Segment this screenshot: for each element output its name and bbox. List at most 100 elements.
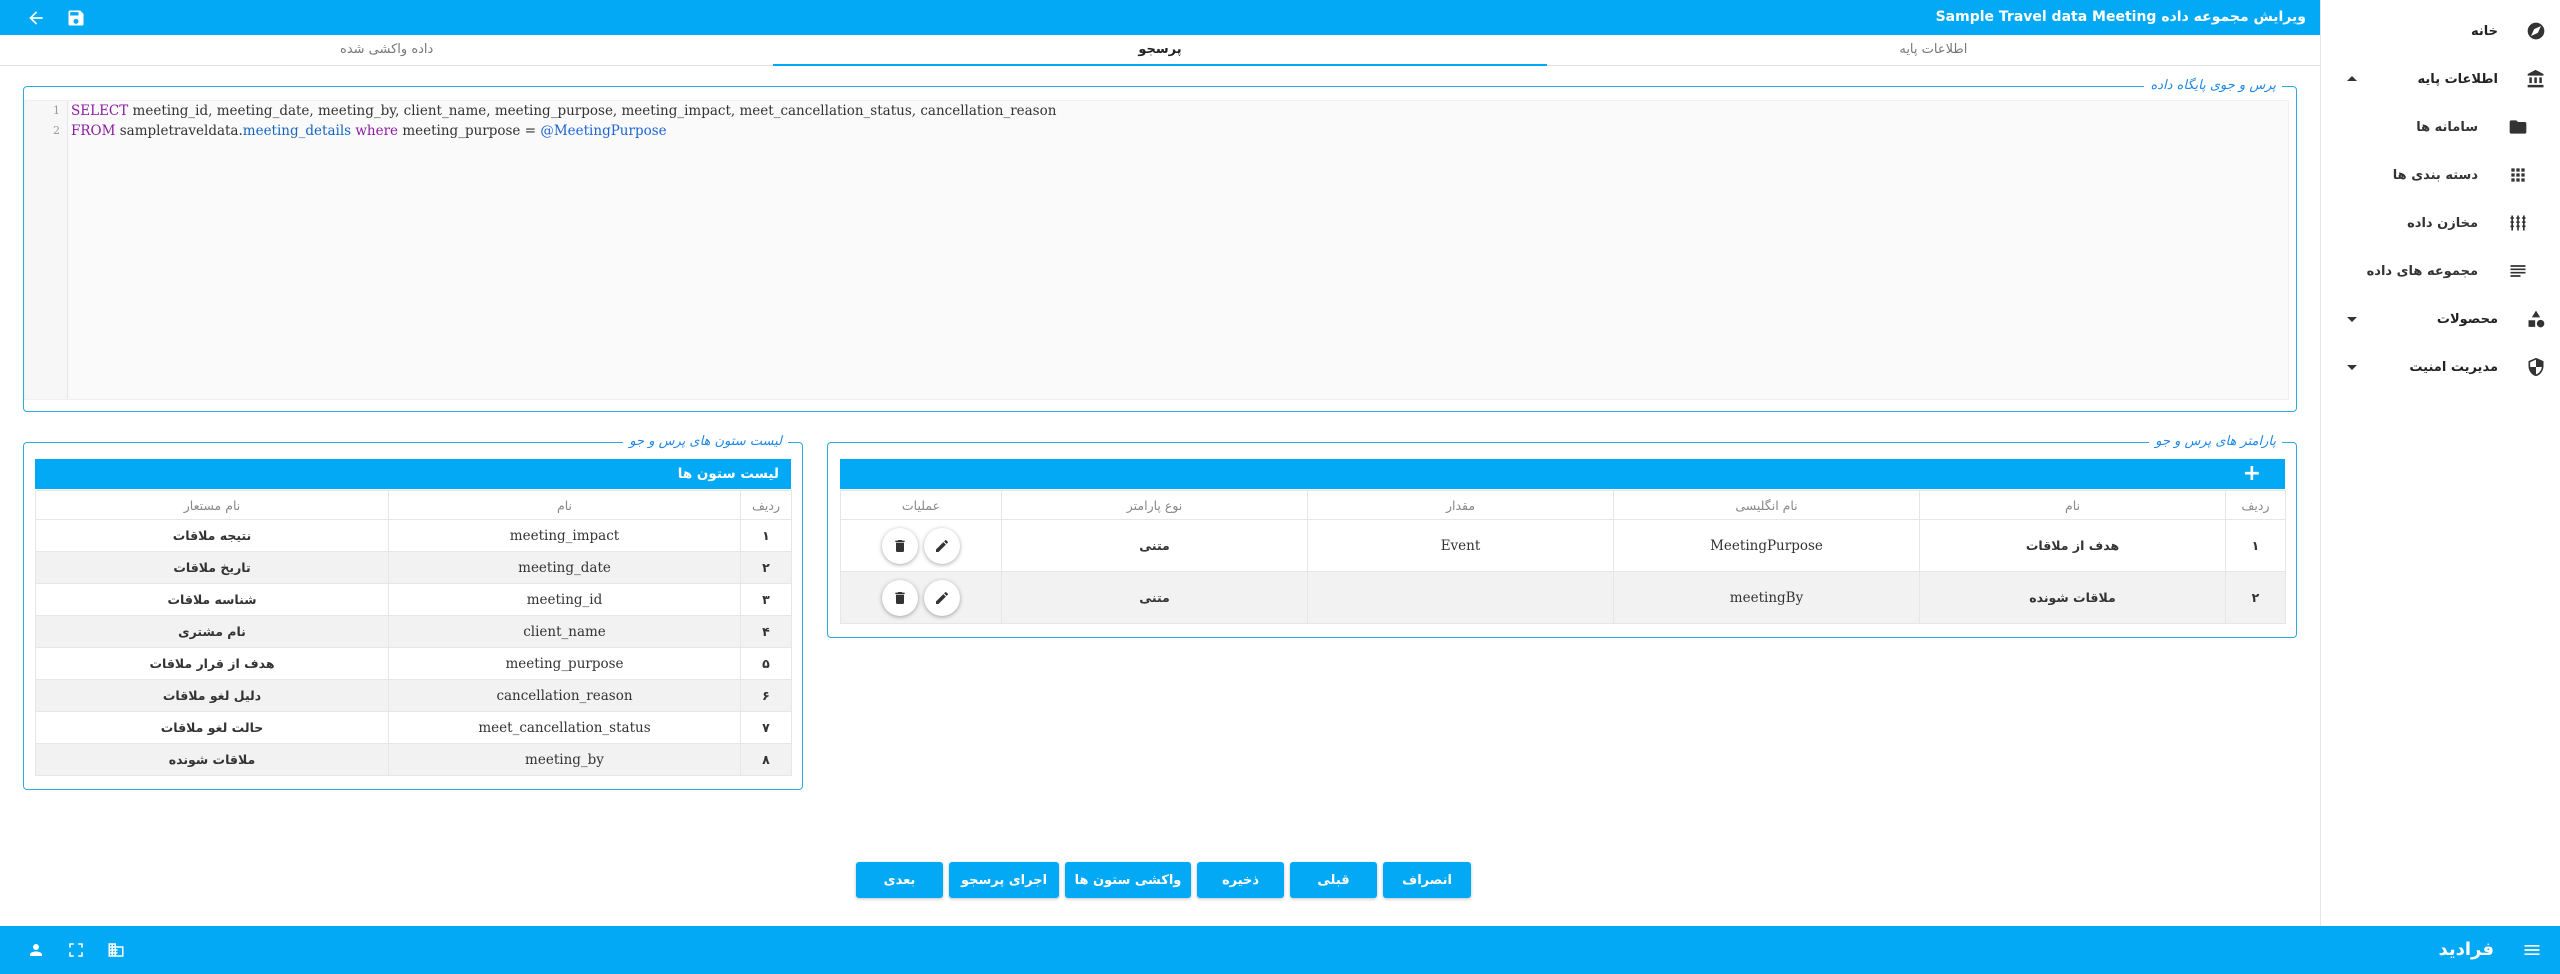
tab-fetched-data[interactable]: داده واکشی شده (0, 35, 773, 65)
sidebar-item-repositories[interactable]: مخازن داده (2320, 199, 2560, 247)
sql-keyword: SELECT (71, 103, 129, 119)
row-number: ۲ (740, 551, 792, 584)
sidebar-item-security[interactable]: مدیریت امنیت (2320, 343, 2560, 391)
user-icon[interactable] (24, 938, 48, 962)
fetch-columns-button[interactable]: واکشی ستون ها (1065, 862, 1191, 898)
compass-icon (2524, 19, 2548, 43)
table-row[interactable]: شناسه ملاقات meeting_id ۳ (35, 583, 792, 616)
table-row[interactable]: دلیل لغو ملاقات cancellation_reason ۶ (35, 679, 792, 712)
bank-icon (2524, 67, 2548, 91)
param-header-type: نوع پارامتر (1001, 490, 1308, 520)
param-header-value: مقدار (1307, 490, 1614, 520)
col-header-name: نام (388, 490, 741, 520)
table-row[interactable]: ملاقات شونده meeting_by ۸ (35, 743, 792, 776)
params-header-row: عملیات نوع پارامتر مقدار نام انگلیسی نام… (840, 490, 2286, 520)
table-row[interactable]: نام مشتری client_name ۴ (35, 615, 792, 648)
row-number: ۷ (740, 711, 792, 744)
sidebar-item-label: مدیریت امنیت (2409, 359, 2498, 375)
chevron-up-icon (2346, 73, 2358, 85)
sidebar-item-label: خانه (2470, 23, 2498, 39)
column-alias: دلیل لغو ملاقات (35, 679, 389, 712)
delete-button[interactable] (882, 527, 918, 564)
table-row: متنی meetingBy ملاقات شونده ۲ (840, 571, 2286, 624)
sidebar-item-datasets[interactable]: مجموعه های داده (2320, 247, 2560, 295)
chevron-down-icon (2346, 361, 2358, 373)
param-header-en-name: نام انگلیسی (1613, 490, 1920, 520)
sidebar: خانه اطلاعات پایه سامانه ها دسته بندی ها… (2320, 0, 2560, 926)
next-button[interactable]: بعدی (856, 862, 943, 898)
shapes-icon (2524, 307, 2548, 331)
sql-schema: sampletraveldata. (115, 123, 243, 139)
shield-icon (2524, 355, 2548, 379)
back-arrow-icon[interactable] (24, 6, 48, 30)
menu-icon[interactable] (2520, 938, 2544, 962)
column-name: cancellation_reason (388, 679, 741, 712)
param-en-name: MeetingPurpose (1613, 519, 1920, 572)
previous-button[interactable]: قبلی (1290, 862, 1377, 898)
brand-logo: فرادید (2438, 939, 2494, 960)
sql-text: meeting_purpose = (398, 123, 541, 139)
column-name: meeting_impact (388, 519, 741, 552)
column-alias: ملاقات شونده (35, 743, 389, 776)
param-value: Event (1307, 519, 1614, 572)
param-header-name: نام (1919, 490, 2226, 520)
sidebar-item-categories[interactable]: دسته بندی ها (2320, 151, 2560, 199)
col-header-alias: نام مستعار (35, 490, 389, 520)
row-number: ۱ (2225, 519, 2286, 572)
row-number: ۵ (740, 647, 792, 680)
trash-icon (895, 539, 905, 552)
sql-editor[interactable]: 1 2 SELECT meeting_id, meeting_date, mee… (24, 100, 2289, 400)
param-header-ops: عملیات (840, 490, 1002, 520)
edit-button[interactable] (924, 527, 960, 564)
sidebar-item-label: دسته بندی ها (2392, 167, 2478, 183)
sidebar-item-label: سامانه ها (2416, 119, 2478, 135)
columns-legend: لیست ستون های پرس و جو (623, 433, 788, 451)
sidebar-item-systems[interactable]: سامانه ها (2320, 103, 2560, 151)
table-row[interactable]: نتیجه ملاقات meeting_impact ۱ (35, 519, 792, 552)
grid-icon (2506, 163, 2530, 187)
param-name: هدف از ملاقات (1919, 519, 2226, 572)
list-lines-icon (2506, 259, 2530, 283)
row-number: ۲ (2225, 571, 2286, 624)
column-alias: شناسه ملاقات (35, 583, 389, 616)
table-row[interactable]: هدف از قرار ملاقات meeting_purpose ۵ (35, 647, 792, 680)
sidebar-item-products[interactable]: محصولات (2320, 295, 2560, 343)
editor-code[interactable]: SELECT meeting_id, meeting_date, meeting… (71, 101, 2288, 141)
add-parameter-button[interactable]: + (2243, 459, 2261, 489)
param-en-name: meetingBy (1613, 571, 1920, 624)
params-table: عملیات نوع پارامتر مقدار نام انگلیسی نام… (840, 490, 2286, 624)
save-icon[interactable] (64, 6, 88, 30)
tab-query[interactable]: پرسجو (773, 35, 1548, 66)
column-alias: نتیجه ملاقات (35, 519, 389, 552)
sidebar-item-base-info[interactable]: اطلاعات پایه (2320, 55, 2560, 103)
params-legend: پارامتر های پرس و جو (2149, 433, 2282, 451)
sql-keyword: where (351, 123, 399, 139)
table-row[interactable]: تاریخ ملاقات meeting_date ۲ (35, 551, 792, 584)
column-alias: حالت لغو ملاقات (35, 711, 389, 744)
fullscreen-icon[interactable] (64, 938, 88, 962)
organization-icon[interactable] (104, 938, 128, 962)
editor-gutter: 1 2 (25, 101, 68, 399)
param-ops-cell (840, 519, 1002, 572)
table-row: متنی Event MeetingPurpose هدف از ملاقات … (840, 519, 2286, 572)
param-name: ملاقات شونده (1919, 571, 2226, 624)
sql-table: meeting_details (242, 123, 352, 139)
sidebar-item-home[interactable]: خانه (2320, 7, 2560, 55)
line-number: 1 (53, 104, 60, 117)
cancel-button[interactable]: انصراف (1383, 862, 1471, 898)
sidebar-item-label: مجموعه های داده (2366, 263, 2478, 279)
run-query-button[interactable]: اجرای پرسجو (949, 862, 1059, 898)
tab-bar: اطلاعات پایه پرسجو داده واکشی شده (0, 35, 2320, 66)
chevron-down-icon (2346, 313, 2358, 325)
table-row[interactable]: حالت لغو ملاقات meet_cancellation_status ۷ (35, 711, 792, 744)
column-name: client_name (388, 615, 741, 648)
bottom-status-bar: فرادید (0, 926, 2560, 974)
sql-text: meeting_id, meeting_date, meeting_by, cl… (128, 103, 1057, 119)
save-button[interactable]: ذخیره (1197, 862, 1284, 898)
sidebar-item-label: محصولات (2436, 311, 2498, 327)
tab-base-info[interactable]: اطلاعات پایه (1547, 35, 2320, 65)
code-line-1: SELECT meeting_id, meeting_date, meeting… (71, 101, 2288, 121)
delete-button[interactable] (882, 579, 918, 616)
column-name: meeting_by (388, 743, 741, 776)
edit-button[interactable] (924, 579, 960, 616)
